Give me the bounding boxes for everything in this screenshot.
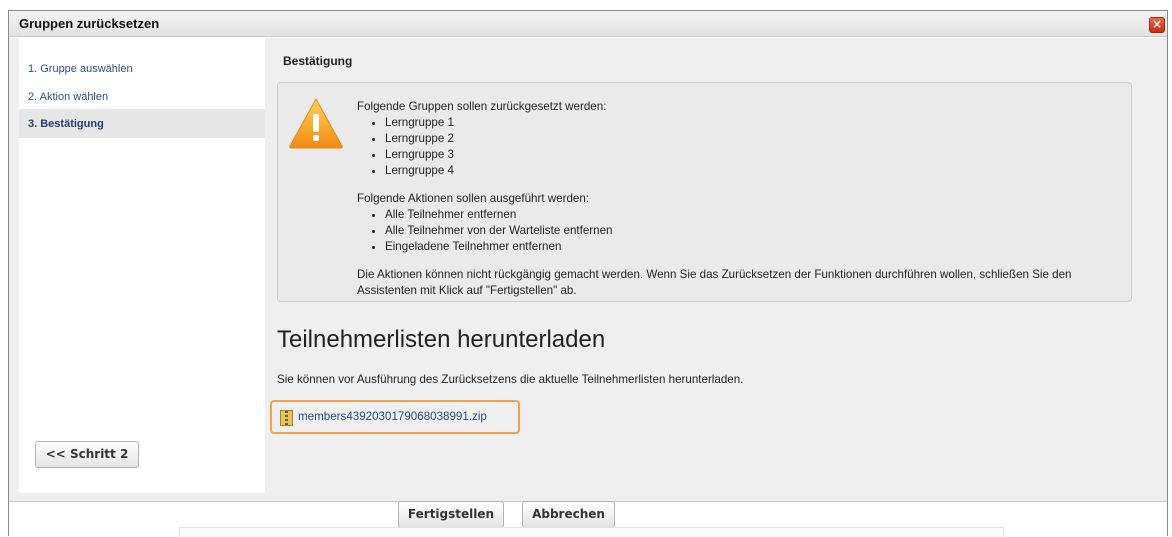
actions-list: Alle Teilnehmer entfernen Alle Teilnehme… [357,207,1127,255]
groups-intro: Folgende Gruppen sollen zurückgesetzt we… [357,100,607,113]
wizard-step-label: 1. Gruppe auswählen [28,63,133,75]
list-item: Lerngruppe 3 [385,147,1127,163]
dialog-title: Gruppen zurücksetzen [19,16,160,31]
dialog-titlebar: Gruppen zurücksetzen × [9,11,1167,37]
zip-file-icon [280,410,293,426]
warning-icon [289,97,343,149]
irreversible-note: Die Aktionen können nicht rückgängig gem… [357,268,1072,297]
list-item: Alle Teilnehmer entfernen [385,207,1127,223]
wizard-main-panel: Bestätigung Folgende Gruppen sollen zurü… [265,38,1161,493]
wizard-sidebar: 1. Gruppe auswählen 2. Aktion wählen 3. … [19,38,265,493]
warning-box: Folgende Gruppen sollen zurückgesetzt we… [277,82,1132,302]
wizard-step-label: 2. Aktion wählen [28,91,109,103]
finish-button[interactable]: Fertigstellen [398,501,504,528]
download-info: Sie können vor Ausführung des Zurücksetz… [277,373,744,386]
groups-list: Lerngruppe 1 Lerngruppe 2 Lerngruppe 3 L… [357,115,1127,179]
section-title: Bestätigung [283,54,353,68]
list-item: Eingeladene Teilnehmer entfernen [385,239,1127,255]
download-file-link[interactable]: members4392030179068038991.zip [298,410,487,423]
list-item: Lerngruppe 2 [385,131,1127,147]
wizard-step-confirmation[interactable]: 3. Bestätigung [19,109,265,138]
reset-groups-dialog: Gruppen zurücksetzen × 1. Gruppe auswähl… [8,10,1168,537]
back-to-step-2-button[interactable]: << Schritt 2 [35,441,139,468]
download-heading: Teilnehmerlisten herunterladen [277,326,606,353]
wizard-step-label: 3. Bestätigung [28,118,104,130]
download-file-box: members4392030179068038991.zip [270,400,520,434]
list-item: Lerngruppe 1 [385,115,1127,131]
wizard-step-select-group[interactable]: 1. Gruppe auswählen [19,54,265,83]
cancel-button[interactable]: Abbrechen [522,501,615,528]
warning-text: Folgende Gruppen sollen zurückgesetzt we… [357,99,1127,299]
close-icon[interactable]: × [1149,17,1165,33]
wizard-step-choose-action[interactable]: 2. Aktion wählen [19,82,265,111]
list-item: Lerngruppe 4 [385,163,1127,179]
actions-intro: Folgende Aktionen sollen ausgeführt werd… [357,192,590,205]
dialog-body: 1. Gruppe auswählen 2. Aktion wählen 3. … [9,38,1167,502]
list-item: Alle Teilnehmer von der Warteliste entfe… [385,223,1127,239]
